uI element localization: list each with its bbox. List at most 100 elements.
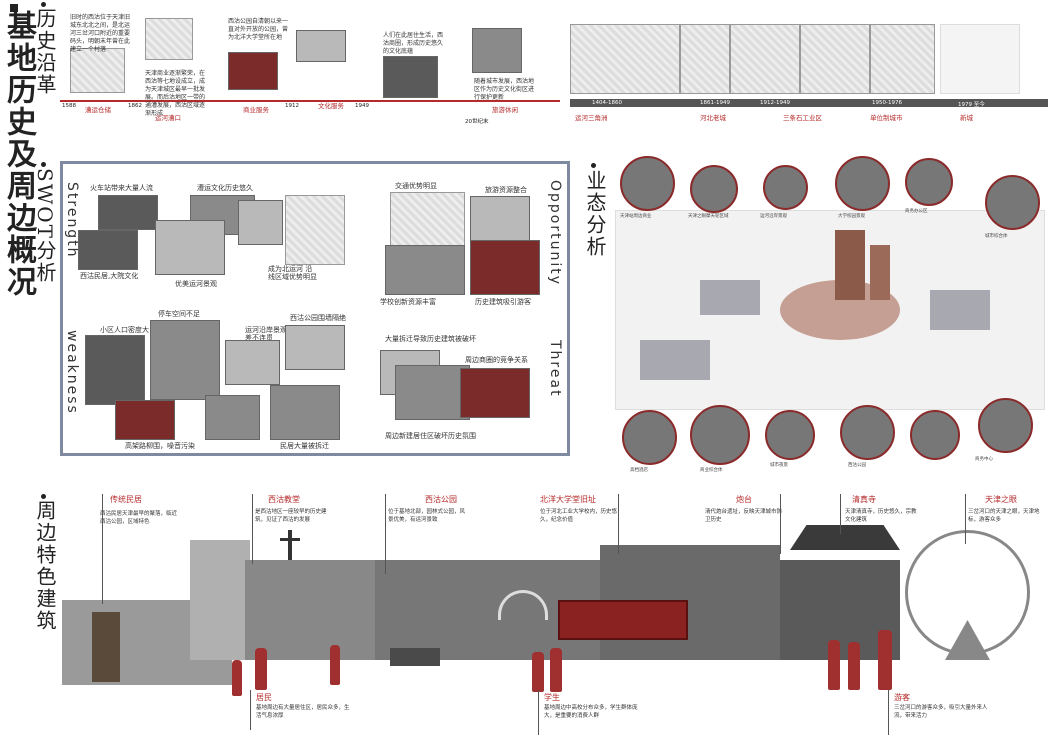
feature-desc-4: 位于河北工业大学校内，历史悠久，纪念价值 [540, 509, 618, 523]
map-period-3 [730, 24, 800, 94]
biz-circle-12 [978, 398, 1033, 453]
biz-circle-4 [835, 156, 890, 211]
biz-circle-3 [763, 165, 808, 210]
s-item-1: 火车站带来大量人流 [90, 184, 153, 192]
history-label-4: 文化服务 [318, 102, 344, 110]
w-item-1: 小区人口密度大 [100, 326, 149, 334]
w-photo-3 [225, 340, 280, 385]
biz-cap-10: 西沽公园 [848, 463, 866, 468]
o-photo-1 [390, 192, 465, 247]
feature-desc-2: 是西沽地区一座较早的历史建筑，见证了西沽的发展 [255, 509, 327, 523]
feature-title-2: 西沽教堂 [268, 495, 300, 504]
person-4 [532, 652, 544, 692]
people-line-1 [250, 690, 251, 730]
biz-cap-4: 大学校园景观 [838, 214, 865, 219]
feature-desc-3: 位于基地北部，园林式公园，风景优美，有运河景致 [388, 509, 466, 523]
s-item-5: 成为北运河 沿线区域优势明显 [268, 265, 317, 281]
history-photo-3 [228, 52, 278, 90]
map-period-4 [800, 24, 870, 94]
history-map-2 [145, 18, 193, 60]
o-item-1: 交通优势明显 [395, 182, 437, 190]
person-6 [828, 640, 840, 690]
history-caption-5: 随着城市发展，西沽地区作为历史文化街区进行保护更新 [474, 78, 535, 101]
title-marker [10, 4, 18, 12]
history-caption-2: 天津商业逐渐繁荣，在西沽等七地设成立，成为天津城区最早一批发展。而后沽地区一带的… [145, 70, 206, 117]
feature-title-7: 天津之眼 [985, 495, 1017, 504]
history-label-3: 商业服务 [243, 106, 269, 114]
s-item-3: 西沽民居,大院文化 [80, 272, 139, 280]
w-item-6: 民居大量被拆迁 [280, 442, 329, 450]
memorial-arch [558, 600, 688, 640]
t-photo-3 [460, 368, 530, 418]
features-title: 周边特色建筑 [33, 500, 57, 632]
year-1862: 1862 [128, 103, 142, 109]
history-caption-4: 人们在此居住生活，西沽商圈，形成历史悠久的文化底蕴 [383, 32, 444, 55]
people-title-2: 学生 [544, 693, 560, 702]
o-photo-2 [470, 196, 530, 241]
biz-circle-5 [905, 158, 953, 206]
s-item-2: 漕运文化历史悠久 [197, 184, 253, 192]
o-item-3: 学校创新资源丰富 [380, 298, 436, 306]
history-label-5: 旅游休闲 [492, 106, 518, 114]
w-item-5: 高架路柳围，噪音污染 [125, 442, 195, 450]
residential-block-3 [930, 290, 990, 330]
boat [390, 648, 440, 666]
o-item-2: 旅游资源整合 [485, 186, 527, 194]
biz-cap-8: 商业综合体 [700, 468, 723, 473]
church-building [245, 560, 375, 660]
feature-line-5 [780, 494, 781, 554]
period-3: 1912-1949 [760, 100, 790, 106]
period-label-1: 运河三角洲 [575, 114, 608, 122]
t-item-2: 周边商圈的竞争关系 [465, 356, 528, 364]
history-caption-1: 旧时的西沽位于天津旧城东北北之间，是北运河三岔河口附近的重要码头，明朝末年曾在此… [70, 14, 131, 53]
person-1 [232, 660, 242, 696]
period-label-2: 河北老城 [700, 114, 726, 122]
history-photo-4 [296, 30, 346, 62]
biz-circle-6 [985, 175, 1040, 230]
w-photo-4 [285, 325, 345, 370]
s-photo-3 [238, 200, 283, 245]
s-photo-1 [98, 195, 158, 230]
biz-cap-5: 商务办公区 [905, 209, 928, 214]
people-desc-1: 基地周边有大量居住区，居民众多，生活气息浓厚 [256, 705, 350, 719]
o-photo-3 [385, 245, 465, 295]
feature-title-3: 西沽公园 [425, 495, 457, 504]
page-title: 基地历史及周边概况 [1, 10, 36, 298]
feature-title-6: 清真寺 [852, 495, 876, 504]
house-door [92, 612, 120, 682]
map-period-6 [940, 24, 1020, 94]
people-title-1: 居民 [256, 693, 272, 702]
w-photo-6 [205, 395, 260, 440]
feature-desc-7: 三岔河口的天津之眼，天津地标，游客众多 [968, 509, 1040, 523]
history-photo-6 [472, 28, 522, 73]
features-dot [41, 494, 46, 499]
biz-cap-1: 天津站周边商业 [620, 214, 652, 219]
swot-threat: Threat [547, 340, 563, 398]
feature-line-4 [618, 494, 619, 554]
people-title-3: 游客 [894, 693, 910, 702]
biz-cap-7: 高档酒店 [630, 468, 648, 473]
business-title: 业态分析 [583, 170, 607, 258]
church-cross-v [288, 530, 292, 560]
w-photo-5 [115, 400, 175, 440]
biz-cap-6: 城市综合体 [985, 234, 1008, 239]
biz-circle-2 [690, 165, 738, 213]
history-caption-3: 西沽公园自清朝以来一直对外开放的公园，曾为北洋大学堂所在地 [228, 18, 289, 41]
swot-opportunity: Opportunity [547, 180, 563, 287]
w-item-2: 停车空间不足 [158, 310, 200, 318]
history-label-1: 漕运仓储 [85, 106, 111, 114]
t-item-1: 大量拆迁导致历史建筑被破坏 [385, 335, 476, 343]
map-period-5 [870, 24, 935, 94]
biz-cap-3: 运河沿岸景观 [760, 214, 787, 219]
o-item-4: 历史建筑吸引游客 [475, 298, 531, 306]
people-line-2 [538, 690, 539, 735]
feature-line-1 [102, 494, 103, 604]
w-photo-7 [270, 385, 340, 440]
biz-circle-7 [622, 410, 677, 465]
residential-block-2 [640, 340, 710, 380]
map-period-2 [680, 24, 730, 94]
biz-circle-8 [690, 405, 750, 465]
history-photo-5 [383, 56, 438, 98]
period-4: 1950-1976 [872, 100, 902, 106]
feature-desc-1: 西沽民居天津最早的聚落，临近西沽公园，区域特色 [100, 511, 178, 525]
